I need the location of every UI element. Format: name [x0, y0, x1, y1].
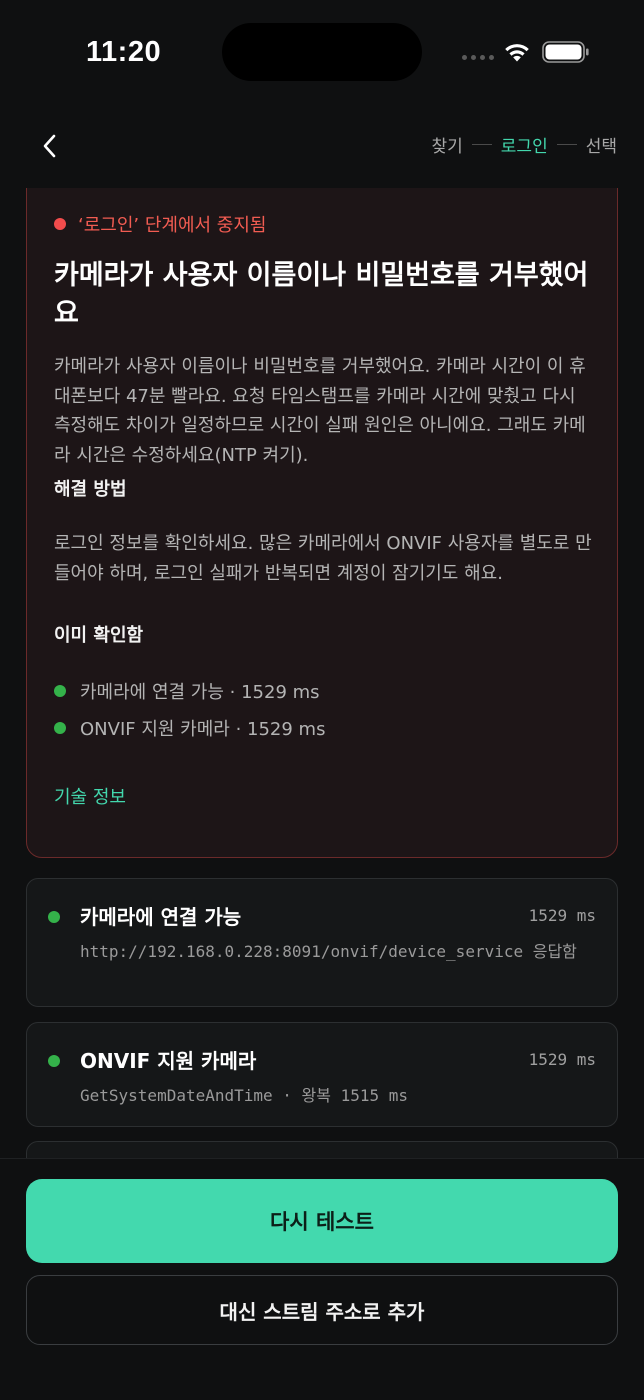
- retest-button[interactable]: 다시 테스트: [26, 1179, 618, 1263]
- step-card-onvif: ONVIF 지원 카메라 1529 ms GetSystemDateAndTim…: [26, 1022, 618, 1127]
- checked-item: 카메라에 연결 가능 · 1529 ms: [54, 672, 325, 709]
- checked-list: 카메라에 연결 가능 · 1529 ms ONVIF 지원 카메라 · 1529…: [54, 672, 325, 746]
- status-bar: 11:20: [0, 0, 644, 100]
- error-description: 카메라가 사용자 이름이나 비밀번호를 거부했어요. 카메라 시간이 이 휴대폰…: [54, 356, 586, 466]
- error-status-dot-icon: [54, 218, 66, 230]
- dynamic-island: [222, 23, 422, 81]
- status-time: 11:20: [86, 36, 162, 68]
- scroll-content[interactable]: ‘로그인’ 단계에서 중지됨 카메라가 사용자 이름이나 비밀번호를 거부했어요…: [26, 188, 618, 1160]
- checked-title: 이미 확인함: [54, 625, 144, 646]
- step-time: 1529 ms: [528, 1050, 596, 1069]
- success-dot-icon: [54, 684, 66, 697]
- step-name: ONVIF 지원 카메라: [80, 1049, 257, 1073]
- cellular-signal-icon: [462, 55, 494, 60]
- battery-icon: [542, 41, 589, 63]
- tech-info-link[interactable]: 기술 정보: [54, 783, 126, 809]
- error-title: 카메라가 사용자 이름이나 비밀번호를 거부했어요: [54, 260, 589, 329]
- step-divider: [471, 144, 492, 145]
- step-select: 선택: [585, 137, 617, 157]
- step-divider: [556, 144, 577, 145]
- checked-item-label: 카메라에 연결 가능 · 1529 ms: [80, 681, 320, 703]
- fix-title: 해결 방법: [54, 479, 127, 500]
- step-card-connect: 카메라에 연결 가능 1529 ms http://192.168.0.228:…: [26, 878, 618, 1007]
- success-dot-icon: [48, 1055, 60, 1067]
- step-name: 카메라에 연결 가능: [80, 905, 242, 929]
- chevron-left-icon: [43, 134, 56, 158]
- error-stage-text: ‘로그인’ 단계에서 중지됨: [78, 215, 267, 236]
- progress-stepper: 찾기 로그인 선택: [432, 132, 617, 157]
- add-stream-url-button[interactable]: 대신 스트림 주소로 추가: [26, 1275, 618, 1345]
- checked-item-label: ONVIF 지원 카메라 · 1529 ms: [80, 718, 326, 740]
- step-detail: http://192.168.0.228:8091/onvif/device_s…: [80, 942, 577, 961]
- error-stage: ‘로그인’ 단계에서 중지됨: [54, 211, 267, 237]
- wifi-icon: [505, 44, 529, 62]
- back-button[interactable]: [30, 126, 70, 166]
- step-detail: GetSystemDateAndTime · 왕복 1515 ms: [80, 1086, 409, 1105]
- fix-text: 로그인 정보를 확인하세요. 많은 카메라에서 ONVIF 사용자를 별도로 만…: [54, 533, 592, 584]
- step-find: 찾기: [431, 137, 463, 157]
- bottom-action-panel: 다시 테스트 대신 스트림 주소로 추가: [0, 1158, 644, 1400]
- success-dot-icon: [54, 721, 66, 734]
- nav-bar: 찾기 로그인 선택: [0, 118, 644, 174]
- step-time: 1529 ms: [528, 906, 596, 925]
- success-dot-icon: [48, 911, 60, 923]
- step-login: 로그인: [500, 137, 548, 157]
- checked-item: ONVIF 지원 카메라 · 1529 ms: [54, 709, 325, 746]
- error-card: ‘로그인’ 단계에서 중지됨 카메라가 사용자 이름이나 비밀번호를 거부했어요…: [26, 188, 618, 858]
